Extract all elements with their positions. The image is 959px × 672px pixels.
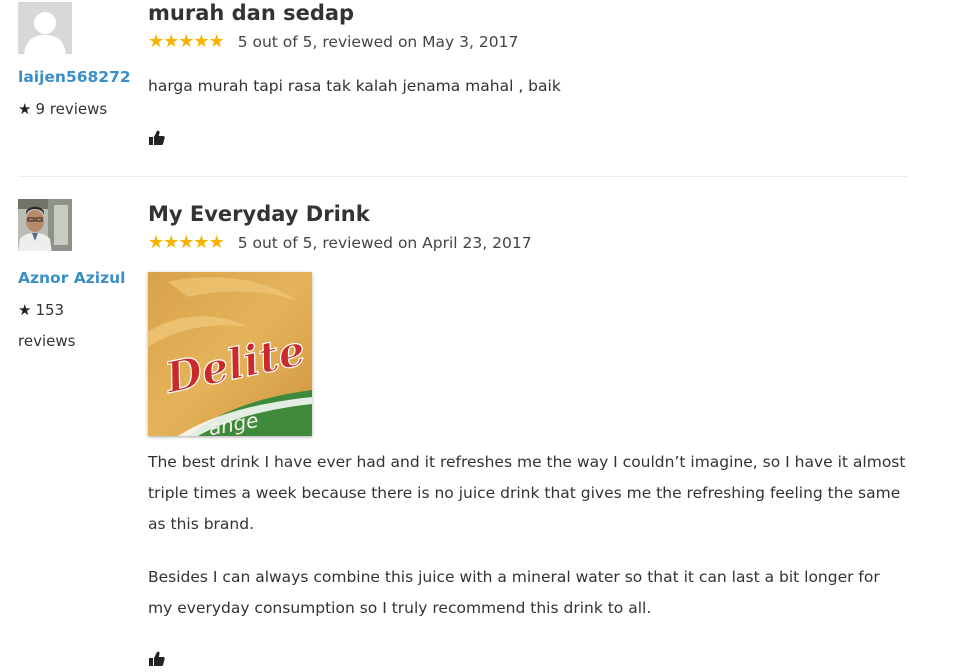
user-silhouette-icon [18,2,72,54]
review-paragraph: The best drink I have ever had and it re… [148,453,906,533]
star-icon: ★ [193,232,209,253]
rating-stars: ★ ★ ★ ★ ★ [148,31,225,52]
avatar-photo [18,199,72,251]
star-icon: ★ [193,31,209,52]
star-icon: ★ [148,31,164,52]
star-icon: ★ [208,232,225,253]
review-body: The best drink I have ever had and it re… [148,447,908,624]
star-icon: ★ [163,232,179,253]
product-photo: Delite ange [148,272,312,436]
rating-stars: ★ ★ ★ ★ ★ [148,232,225,253]
star-icon: ★ [163,31,179,52]
review-title[interactable]: murah dan sedap [148,1,354,25]
reviewer-review-count: ★ 9 reviews [18,100,108,118]
review-divider [18,176,908,177]
reviewer-name[interactable]: laijen568272 [18,68,131,86]
star-icon: ★ [148,232,164,253]
review-paragraph: Besides I can always combine this juice … [148,568,880,617]
thumbs-up-icon[interactable] [148,129,166,147]
rating-text: 5 out of 5, reviewed on April 23, 2017 [237,234,532,252]
review-body: harga murah tapi rasa tak kalah jenama m… [148,71,908,102]
star-icon: ★ [178,31,194,52]
review-rating: ★ ★ ★ ★ ★ 5 out of 5, reviewed on April 23, … [148,232,532,253]
reviewer-avatar[interactable] [18,199,72,251]
review-paragraph: harga murah tapi rasa tak kalah jenama m… [148,77,561,95]
black-star-icon: ★ [18,100,32,118]
star-icon: ★ [178,232,194,253]
review-title[interactable]: My Everyday Drink [148,202,370,226]
review-photo[interactable]: Delite ange [148,272,312,436]
review-rating: ★ ★ ★ ★ ★ 5 out of 5, reviewed on May 3, 201… [148,31,519,52]
reviewer-name[interactable]: Aznor Azizul [18,269,125,287]
rating-text: 5 out of 5, reviewed on May 3, 2017 [237,33,519,51]
default-avatar[interactable] [18,2,72,54]
thumbs-up-icon[interactable] [148,650,166,668]
black-star-icon: ★ [18,301,32,319]
star-icon: ★ [208,31,225,52]
reviewer-review-count: ★ 153 reviews [18,301,76,350]
